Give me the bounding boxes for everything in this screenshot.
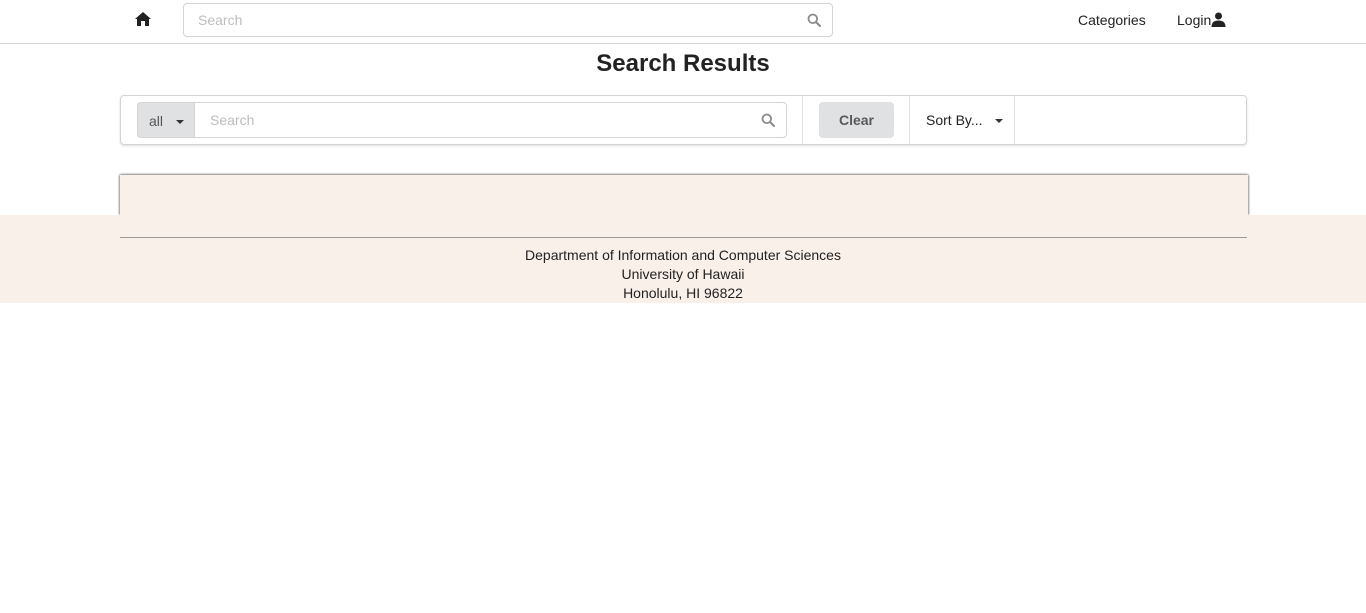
top-search-field	[183, 3, 833, 37]
main-search-field	[194, 102, 787, 138]
footer: Department of Information and Computer S…	[0, 215, 1366, 303]
top-search-input[interactable]	[184, 4, 784, 36]
login-link[interactable]: Login	[1177, 12, 1211, 28]
search-icon[interactable]	[761, 113, 775, 127]
search-filter-menu: all Clear Sort By...	[120, 95, 1247, 145]
sort-by-label: Sort By...	[926, 112, 983, 128]
page-title: Search Results	[596, 50, 770, 77]
sort-section: Sort By...	[910, 96, 1015, 144]
scope-dropdown-value: all	[149, 113, 164, 129]
categories-link[interactable]: Categories	[1078, 12, 1146, 28]
footer-divider	[120, 237, 1247, 238]
footer-department: Department of Information and Computer S…	[525, 247, 841, 263]
scope-dropdown[interactable]: all	[137, 102, 194, 138]
top-navbar: Categories Login	[0, 0, 1366, 44]
user-icon[interactable]	[1211, 12, 1226, 27]
clear-section: Clear	[803, 96, 910, 144]
footer-university: University of Hawaii	[621, 266, 745, 282]
results-container	[120, 175, 1248, 215]
home-icon[interactable]	[134, 11, 154, 29]
footer-city: Honolulu, HI 96822	[623, 285, 743, 301]
footer-address: Department of Information and Computer S…	[0, 246, 1366, 303]
main-search-input[interactable]	[195, 103, 745, 137]
caret-down-icon	[176, 120, 184, 124]
caret-down-icon	[995, 119, 1003, 123]
sort-by-dropdown[interactable]: Sort By...	[926, 112, 1003, 128]
search-section: all	[121, 96, 803, 144]
search-icon[interactable]	[807, 13, 821, 27]
clear-button[interactable]: Clear	[819, 102, 894, 138]
